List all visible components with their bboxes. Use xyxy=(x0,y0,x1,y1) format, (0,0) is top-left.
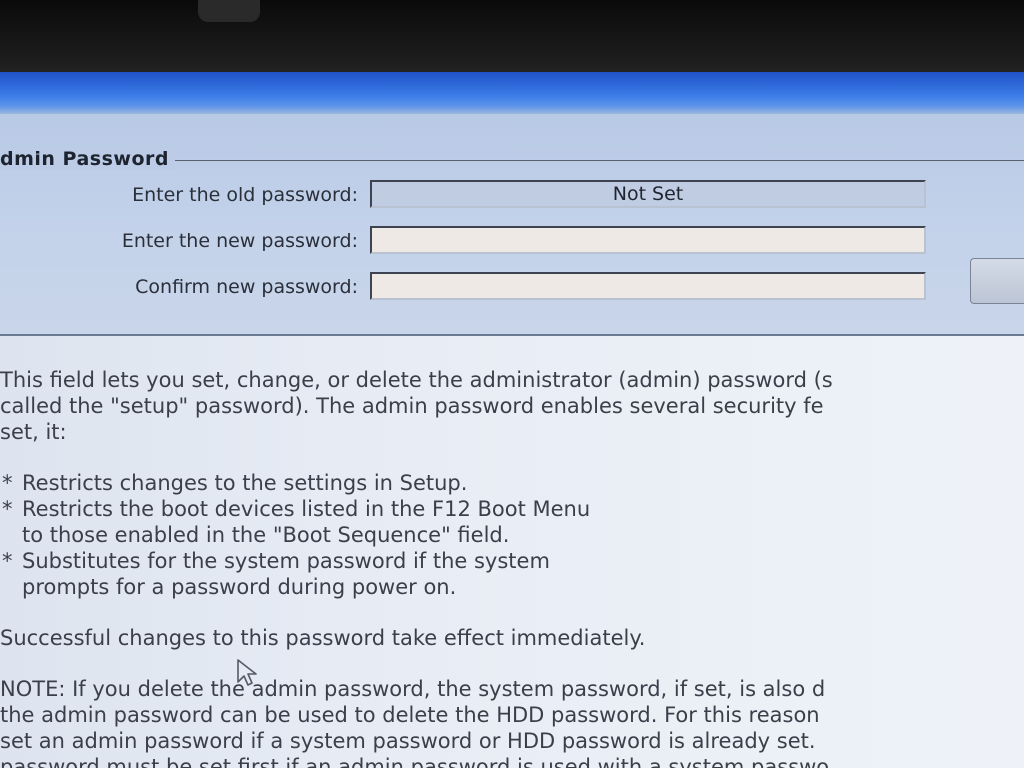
bullet-text: Restricts the boot devices listed in the… xyxy=(22,497,591,521)
monitor-bezel xyxy=(0,0,1024,72)
confirm-password-field[interactable] xyxy=(370,272,926,300)
help-intro-line: This field lets you set, change, or dele… xyxy=(0,368,833,392)
bullet-marker: * xyxy=(2,497,13,521)
group-title: dmin Password xyxy=(0,148,175,170)
apply-button[interactable] xyxy=(970,258,1024,304)
help-text-area: This field lets you set, change, or dele… xyxy=(0,336,1024,768)
confirm-password-label: Confirm new password: xyxy=(135,276,358,298)
new-password-label: Enter the new password: xyxy=(121,230,358,252)
bullet-text: Substitutes for the system password if t… xyxy=(22,549,550,573)
help-intro-line: called the "setup" password). The admin … xyxy=(0,394,824,418)
bios-setup-screen: dmin Password Enter the old password: En… xyxy=(0,72,1024,768)
old-password-label: Enter the old password: xyxy=(132,184,358,206)
bullet-text: Restricts changes to the settings in Set… xyxy=(22,471,468,495)
new-password-field[interactable] xyxy=(370,226,926,254)
bullet-marker: * xyxy=(2,471,13,495)
old-password-field[interactable] xyxy=(370,180,926,208)
confirm-password-row: Confirm new password: xyxy=(0,272,1024,304)
mouse-pointer-icon xyxy=(237,659,257,686)
help-intro-line: set, it: xyxy=(0,420,67,444)
admin-password-panel: dmin Password Enter the old password: En… xyxy=(0,114,1024,336)
help-note-line: NOTE: If you delete the admin password, … xyxy=(0,677,826,701)
window-title-bar xyxy=(0,72,1024,114)
bullet-text: to those enabled in the "Boot Sequence" … xyxy=(22,523,510,547)
old-password-row: Enter the old password: xyxy=(0,180,1024,212)
help-note-line: password must be set first if an admin p… xyxy=(0,755,830,768)
bezel-webcam-housing xyxy=(198,0,260,22)
help-effect-line: Successful changes to this password take… xyxy=(0,626,646,650)
help-note-line: the admin password can be used to delete… xyxy=(0,703,820,727)
bullet-text: prompts for a password during power on. xyxy=(22,575,457,599)
bullet-marker: * xyxy=(2,549,13,573)
new-password-row: Enter the new password: xyxy=(0,226,1024,258)
help-note-line: set an admin password if a system passwo… xyxy=(0,729,816,753)
